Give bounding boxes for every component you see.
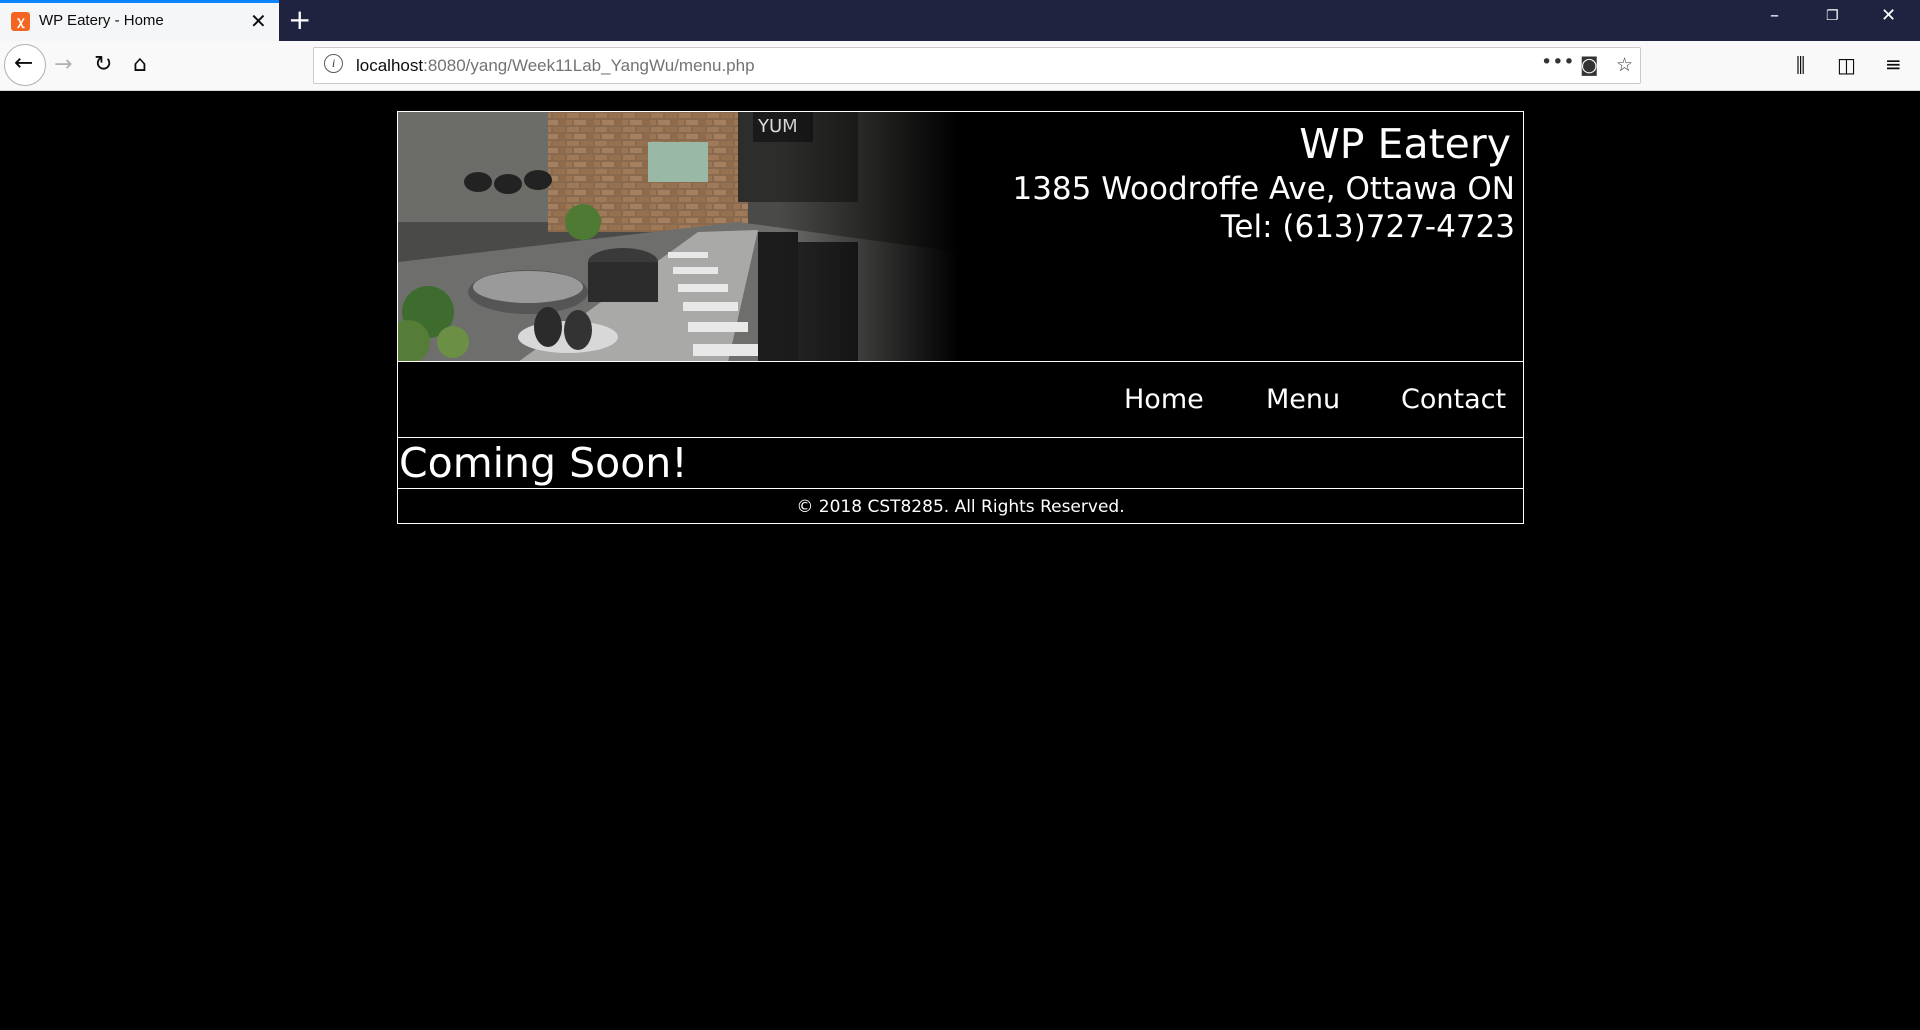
page-viewport: YUM	[0, 92, 1920, 1030]
xampp-favicon-icon: ꭓ	[11, 12, 30, 31]
reload-icon[interactable]: ↻	[94, 52, 112, 77]
site-nav: Home Menu Contact	[398, 362, 1523, 438]
menu-icon[interactable]: ≡	[1885, 52, 1902, 76]
pocket-icon[interactable]: ◙	[1580, 54, 1598, 76]
library-icon[interactable]: ⫼	[1796, 53, 1805, 77]
nav-contact-link[interactable]: Contact	[1401, 384, 1506, 415]
sidebar-icon[interactable]: ◫	[1837, 53, 1856, 77]
site-wrapper: YUM	[397, 111, 1524, 524]
url-text[interactable]: localhost:8080/yang/Week11Lab_YangWu/men…	[356, 56, 755, 76]
site-header: YUM	[398, 112, 1523, 362]
main-content: Coming Soon!	[398, 438, 1523, 489]
page-actions-icon[interactable]: •••	[1541, 51, 1575, 73]
site-footer: © 2018 CST8285. All Rights Reserved.	[398, 489, 1523, 523]
back-icon: ←	[14, 50, 34, 76]
nav-menu-link[interactable]: Menu	[1266, 384, 1340, 415]
restore-icon[interactable]: ❐	[1826, 8, 1839, 24]
restaurant-info: WP Eatery 1385 Woodroffe Ave, Ottawa ON …	[1012, 118, 1515, 246]
info-icon[interactable]: i	[324, 54, 343, 73]
active-tab[interactable]: ꭓ WP Eatery - Home ✕	[0, 0, 279, 41]
back-button[interactable]: ←	[4, 44, 46, 86]
restaurant-phone: Tel: (613)727-4723	[1220, 209, 1515, 245]
restaurant-name: WP Eatery	[1299, 120, 1511, 168]
url-bar[interactable]: i localhost:8080/yang/Week11Lab_YangWu/m…	[313, 47, 1641, 84]
navigation-toolbar: ← → ↻ ⌂ i localhost:8080/yang/Week11Lab_…	[0, 41, 1920, 91]
bookmark-star-icon[interactable]: ☆	[1616, 54, 1633, 76]
copyright-text: © 2018 CST8285. All Rights Reserved.	[796, 497, 1125, 517]
tab-bar: ꭓ WP Eatery - Home ✕ + – ❐ ✕	[0, 0, 1920, 41]
nav-home-link[interactable]: Home	[1124, 384, 1204, 415]
restaurant-interior-image: YUM	[398, 112, 958, 361]
close-window-icon[interactable]: ✕	[1881, 5, 1896, 26]
tab-title: WP Eatery - Home	[39, 12, 164, 29]
restaurant-address: 1385 Woodroffe Ave, Ottawa ON	[1012, 171, 1515, 207]
url-host: localhost	[356, 56, 424, 75]
coming-soon-heading: Coming Soon!	[399, 439, 688, 487]
minimize-icon[interactable]: –	[1770, 5, 1779, 26]
home-icon[interactable]: ⌂	[133, 52, 147, 77]
tab-close-icon[interactable]: ✕	[250, 9, 267, 33]
url-path: :8080/yang/Week11Lab_YangWu/menu.php	[423, 56, 755, 75]
forward-icon[interactable]: →	[54, 52, 72, 77]
new-tab-button[interactable]: +	[288, 3, 311, 36]
